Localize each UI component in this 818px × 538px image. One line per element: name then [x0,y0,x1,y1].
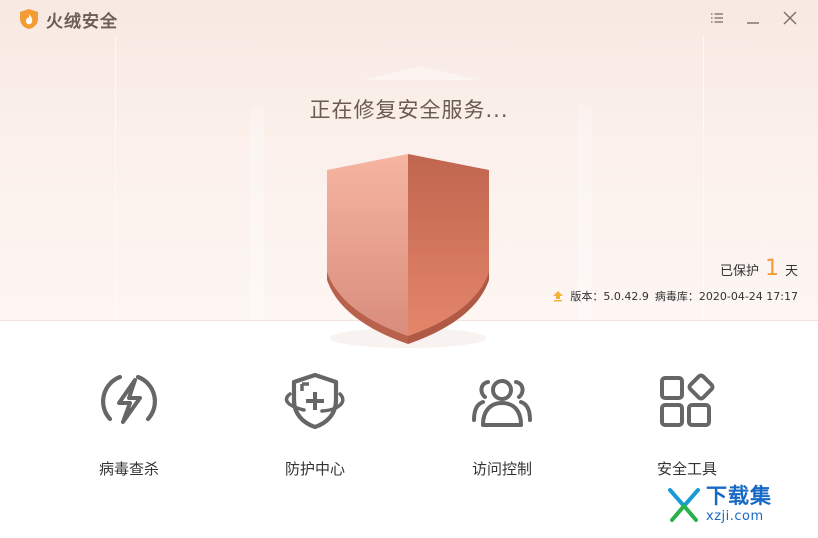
shield-icon [327,154,489,348]
version-label: 版本： [570,290,604,303]
minimize-icon[interactable] [744,9,762,27]
watermark-text: 下载集 [706,483,772,508]
virus-db-value: 2020-04-24 17:17 [698,290,798,303]
version-info: 版本：5.0.42.9 病毒库：2020-04-24 17:17 [552,288,798,304]
protection-suffix: 天 [784,264,798,279]
close-icon[interactable] [781,9,799,27]
upgrade-icon[interactable] [552,290,564,302]
status-message: 正在修复安全服务... [309,98,509,122]
virus-db-label: 病毒库： [654,290,699,303]
feature-access-control[interactable]: 访问控制 [427,370,577,479]
app-logo: 火绒安全 [18,8,118,32]
protection-counter: 已保护 1 天 [720,256,798,281]
decoration-line [115,35,116,320]
menu-icon[interactable] [708,9,726,27]
feature-label: 安全工具 [656,460,717,478]
watermark-logo-icon [668,488,700,522]
shield-orbit-icon [284,372,345,430]
feature-virus-scan[interactable]: 病毒查杀 [54,370,204,479]
feature-label: 访问控制 [471,460,532,478]
protection-days: 1 [764,256,779,281]
decoration-line [703,35,704,320]
feature-protection-center[interactable]: 防护中心 [240,370,390,479]
protection-prefix: 已保护 [719,264,759,279]
watermark: 下载集 xzji.com [666,484,772,524]
app-title: 火绒安全 [46,11,118,32]
version-value: 5.0.42.9 [603,290,649,303]
feature-label: 防护中心 [284,460,345,478]
lightning-circle-icon [101,374,157,424]
flame-shield-icon [20,9,38,29]
feature-security-tools[interactable]: 安全工具 [612,370,762,479]
watermark-url: xzji.com [706,508,764,524]
feature-label: 病毒查杀 [98,460,159,478]
apps-grid-icon [660,373,715,427]
users-icon [472,379,532,427]
